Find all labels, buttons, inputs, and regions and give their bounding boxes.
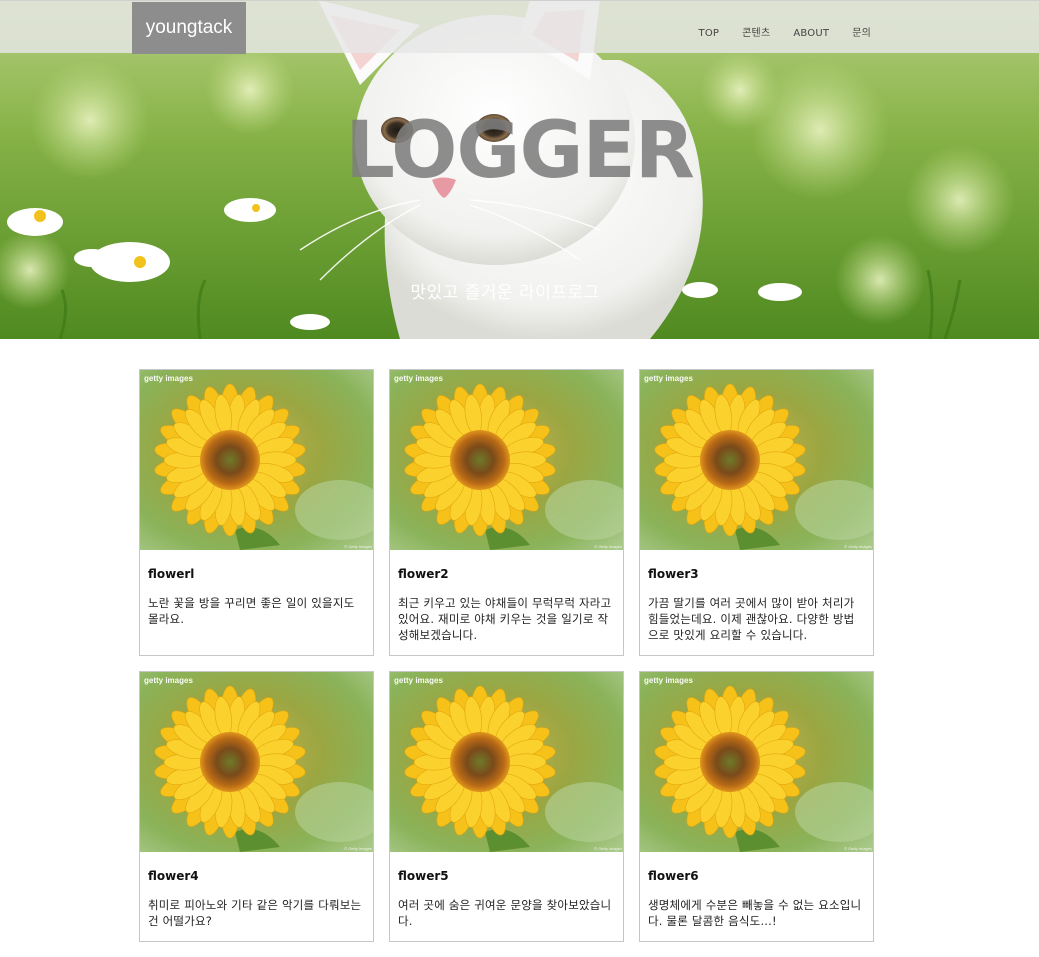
- card-body: flower3 가끔 딸기를 여러 곳에서 많이 받아 처리가 힘들었는데요. …: [640, 550, 873, 653]
- nav-item-about: ABOUT: [793, 21, 829, 40]
- sunflower-image: getty images © Getty Images: [640, 370, 873, 550]
- card-body: flower4 취미로 피아노와 기타 같은 악기를 다뤄보는건 어떨가요?: [140, 852, 373, 939]
- card-description: 여러 곳에 숨은 귀여운 문양을 찾아보았습니다.: [398, 898, 612, 928]
- sunflower-image: getty images © Getty Images: [140, 370, 373, 550]
- card-description: 취미로 피아노와 기타 같은 악기를 다뤄보는건 어떨가요?: [148, 898, 362, 928]
- nav-item-contents: 콘텐츠: [742, 21, 770, 40]
- nav-menu: TOP 콘텐츠 ABOUT 문의: [676, 21, 871, 40]
- card-title: flower5: [398, 869, 449, 883]
- sunflower-image: getty images © Getty Images: [640, 672, 873, 852]
- nav-link-top[interactable]: TOP: [699, 28, 720, 39]
- sunflower-image: getty images © Getty Images: [390, 672, 623, 852]
- nav-link-contact[interactable]: 문의: [852, 28, 871, 39]
- watermark-text: getty images: [144, 374, 193, 383]
- card-body: flowerl 노란 꽃을 방을 꾸리면 좋은 일이 있을지도 몰라요.: [140, 550, 373, 637]
- content-card-1[interactable]: getty images © Getty Images flowerl 노란 꽃…: [139, 369, 374, 656]
- card-body: flower5 여러 곳에 숨은 귀여운 문양을 찾아보았습니다.: [390, 852, 623, 939]
- sunflower-image: getty images © Getty Images: [140, 672, 373, 852]
- content-card-2[interactable]: getty images © Getty Images flower2 최근 키…: [389, 369, 624, 656]
- content-card-6[interactable]: getty images © Getty Images flower6 생명체에…: [639, 671, 874, 942]
- watermark-text: getty images: [644, 374, 693, 383]
- watermark-text: getty images: [394, 676, 443, 685]
- svg-text:© Getty Images: © Getty Images: [844, 544, 872, 549]
- nav-link-contents[interactable]: 콘텐츠: [742, 28, 770, 39]
- svg-text:© Getty Images: © Getty Images: [344, 846, 372, 851]
- card-title: flower4: [148, 869, 199, 883]
- card-title: flowerl: [148, 567, 195, 581]
- card-title: flower2: [398, 567, 449, 581]
- card-description: 가끔 딸기를 여러 곳에서 많이 받아 처리가 힘들었는데요. 이제 괜찮아요.…: [648, 596, 855, 642]
- card-description: 최근 키우고 있는 야채들이 무럭무럭 자라고 있어요. 재미로 야채 키우는 …: [398, 596, 612, 642]
- nav-item-top: TOP: [699, 21, 720, 40]
- watermark-text: getty images: [644, 676, 693, 685]
- nav-item-contact: 문의: [852, 21, 871, 40]
- card-description: 노란 꽃을 방을 꾸리면 좋은 일이 있을지도 몰라요.: [148, 596, 355, 626]
- card-description: 생명체에게 수분은 빼놓을 수 없는 요소입니다. 물론 달콤한 음식도...!: [648, 898, 862, 928]
- sunflower-image: getty images © Getty Images: [390, 370, 623, 550]
- hero-title: LOGGER: [345, 106, 695, 196]
- card-body: flower2 최근 키우고 있는 야채들이 무럭무럭 자라고 있어요. 재미로…: [390, 550, 623, 653]
- svg-text:© Getty Images: © Getty Images: [344, 544, 372, 549]
- card-body: flower6 생명체에게 수분은 빼놓을 수 없는 요소입니다. 물론 달콤한…: [640, 852, 873, 939]
- hero-subtitle: 맛있고 즐거운 라이프로그: [410, 283, 600, 303]
- card-title: flower3: [648, 567, 699, 581]
- watermark-text: getty images: [394, 374, 443, 383]
- content-card-4[interactable]: getty images © Getty Images flower4 취미로 …: [139, 671, 374, 942]
- content-card-3[interactable]: getty images © Getty Images flower3 가끔 딸…: [639, 369, 874, 656]
- svg-text:© Getty Images: © Getty Images: [844, 846, 872, 851]
- card-grid: getty images © Getty Images flowerl 노란 꽃…: [139, 369, 875, 942]
- card-title: flower6: [648, 869, 699, 883]
- content-card-5[interactable]: getty images © Getty Images flower5 여러 곳…: [389, 671, 624, 942]
- svg-text:© Getty Images: © Getty Images: [594, 544, 622, 549]
- nav-link-about[interactable]: ABOUT: [793, 28, 829, 39]
- hero-banner: youngtack TOP 콘텐츠 ABOUT 문의 LOGGER 맛있고 즐거…: [0, 0, 1039, 339]
- watermark-text: getty images: [144, 676, 193, 685]
- top-navbar: youngtack TOP 콘텐츠 ABOUT 문의: [0, 0, 1039, 54]
- svg-text:© Getty Images: © Getty Images: [594, 846, 622, 851]
- brand-logo-link[interactable]: youngtack: [132, 2, 246, 54]
